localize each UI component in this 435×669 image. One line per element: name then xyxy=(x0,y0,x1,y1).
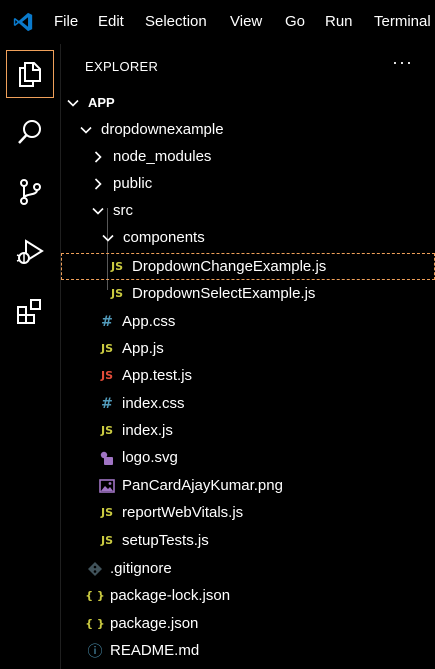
css-file-icon: # xyxy=(101,313,113,330)
javascript-file-icon: JS xyxy=(100,534,113,547)
search-activity-button[interactable] xyxy=(6,108,54,156)
menu-bar: File Edit Selection View Go Run Terminal xyxy=(0,0,435,44)
tree-file-index-js[interactable]: JS index.js xyxy=(61,417,435,444)
chevron-down-icon xyxy=(91,204,105,218)
chevron-right-icon xyxy=(91,150,105,164)
tree-file-package-json[interactable]: { } package.json xyxy=(61,610,435,637)
javascript-file-icon: JS xyxy=(100,506,113,519)
chevron-down-icon xyxy=(101,231,115,245)
source-control-activity-button[interactable] xyxy=(6,168,54,216)
tree-item-label: public xyxy=(113,175,153,192)
files-icon xyxy=(19,62,41,87)
tree-item-label: DropdownChangeExample.js xyxy=(132,258,327,275)
tree-file-app-test-js[interactable]: JS App.test.js xyxy=(61,362,435,389)
tree-root-label: APP xyxy=(88,95,115,110)
tree-file-dropdown-change-example[interactable]: JS DropdownChangeExample.js xyxy=(61,253,435,280)
tree-folder-node-modules[interactable]: node_modules xyxy=(61,143,435,170)
tree-folder-src[interactable]: src xyxy=(61,197,435,224)
tree-item-label: App.test.js xyxy=(122,367,193,384)
tree-folder-public[interactable]: public xyxy=(61,170,435,197)
tree-item-label: node_modules xyxy=(113,148,212,165)
activity-bar xyxy=(0,44,61,669)
source-control-icon xyxy=(20,179,41,205)
explorer-activity-button[interactable] xyxy=(6,50,54,98)
css-file-icon: # xyxy=(101,395,113,412)
tree-item-label: reportWebVitals.js xyxy=(122,504,244,521)
tree-folder-dropdownexample[interactable]: dropdownexample xyxy=(61,116,435,143)
tree-file-index-css[interactable]: # index.css xyxy=(61,390,435,417)
menu-view[interactable]: View xyxy=(230,13,262,30)
tree-file-logo-svg[interactable]: logo.svg xyxy=(61,444,435,471)
tree-file-report-web-vitals[interactable]: JS reportWebVitals.js xyxy=(61,499,435,526)
tree-item-label: package.json xyxy=(110,615,199,632)
search-icon xyxy=(18,120,41,144)
tree-item-label: App.css xyxy=(122,313,176,330)
extensions-activity-button[interactable] xyxy=(6,288,54,336)
tree-file-package-lock-json[interactable]: { } package-lock.json xyxy=(61,582,435,609)
tree-item-label: package-lock.json xyxy=(110,587,231,604)
tree-item-label: .gitignore xyxy=(110,560,172,577)
tree-item-label: index.js xyxy=(122,422,173,439)
tree-item-label: setupTests.js xyxy=(122,532,209,549)
tree-file-setup-tests[interactable]: JS setupTests.js xyxy=(61,527,435,554)
menu-file[interactable]: File xyxy=(54,13,78,30)
menu-terminal[interactable]: Terminal xyxy=(374,13,431,30)
tree-item-label: src xyxy=(113,202,133,219)
tree-item-label: App.js xyxy=(122,340,164,357)
run-debug-activity-button[interactable] xyxy=(6,228,54,276)
run-debug-icon xyxy=(16,239,44,264)
tree-item-label: README.md xyxy=(110,642,200,659)
image-file-icon xyxy=(99,478,115,494)
tree-item-label: dropdownexample xyxy=(101,121,224,138)
menu-selection[interactable]: Selection xyxy=(145,13,207,30)
javascript-file-icon: JS xyxy=(100,342,113,355)
tree-file-gitignore[interactable]: .gitignore xyxy=(61,555,435,582)
json-file-icon: { } xyxy=(85,589,105,602)
menu-go[interactable]: Go xyxy=(285,13,305,30)
tree-item-label: DropdownSelectExample.js xyxy=(132,285,316,302)
javascript-file-icon: JS xyxy=(110,260,123,273)
menu-edit[interactable]: Edit xyxy=(98,13,124,30)
json-file-icon: { } xyxy=(85,617,105,630)
vscode-logo-icon xyxy=(13,12,33,32)
tree-file-readme[interactable]: ⓘ README.md xyxy=(61,637,435,664)
tree-file-app-css[interactable]: # App.css xyxy=(61,308,435,335)
tree-root-app[interactable]: APP xyxy=(61,89,435,116)
menu-run[interactable]: Run xyxy=(325,13,353,30)
git-file-icon xyxy=(87,561,103,577)
extensions-icon xyxy=(17,299,41,324)
javascript-file-icon: JS xyxy=(100,424,113,437)
explorer-panel: EXPLORER ··· APP dropdownexample node_mo… xyxy=(61,44,435,669)
svg-file-icon xyxy=(99,450,115,466)
tree-item-label: components xyxy=(123,229,205,246)
tree-file-pancard-png[interactable]: PanCardAjayKumar.png xyxy=(61,472,435,499)
more-actions-icon[interactable]: ··· xyxy=(392,52,413,73)
explorer-title: EXPLORER xyxy=(85,59,159,74)
tree-file-app-js[interactable]: JS App.js xyxy=(61,335,435,362)
tree-item-label: index.css xyxy=(122,395,185,412)
tree-file-dropdown-select-example[interactable]: JS DropdownSelectExample.js xyxy=(61,280,435,307)
chevron-down-icon xyxy=(79,123,93,137)
tree-item-label: PanCardAjayKumar.png xyxy=(122,477,283,494)
chevron-down-icon xyxy=(66,96,80,110)
tree-item-label: logo.svg xyxy=(122,449,178,466)
javascript-file-icon: JS xyxy=(110,287,123,300)
info-icon: ⓘ xyxy=(87,642,103,660)
chevron-right-icon xyxy=(91,177,105,191)
test-javascript-file-icon: JS xyxy=(100,369,113,382)
tree-folder-components[interactable]: components xyxy=(61,224,435,251)
